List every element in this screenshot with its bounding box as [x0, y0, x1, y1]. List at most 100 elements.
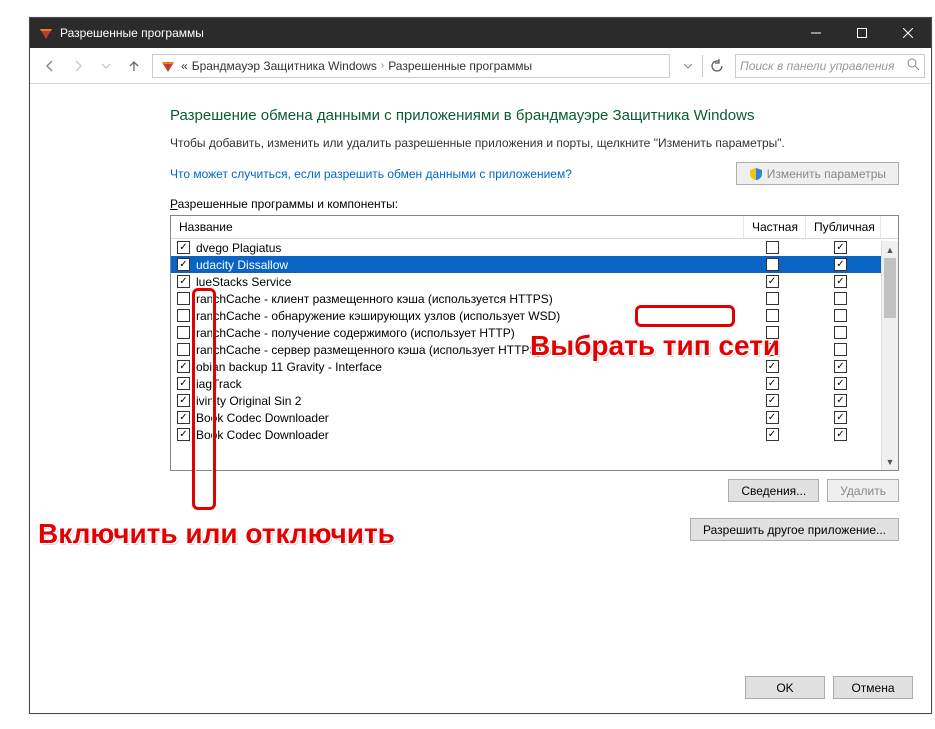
list-label: Разрешенные программы и компоненты:: [170, 197, 899, 211]
maximize-button[interactable]: [839, 18, 885, 48]
scroll-up-icon[interactable]: ▲: [882, 241, 898, 258]
titlebar: Разрешенные программы: [30, 18, 931, 48]
app-icon: [38, 25, 54, 41]
content-area: Разрешение обмена данными с приложениями…: [30, 84, 931, 557]
app-name: lueStacks Service: [196, 275, 744, 289]
up-button[interactable]: [120, 52, 148, 80]
scroll-thumb[interactable]: [884, 258, 896, 318]
crumb-dropdown-icon[interactable]: [674, 52, 702, 80]
scrollbar[interactable]: ▲ ▼: [881, 241, 898, 470]
private-checkbox[interactable]: [766, 309, 779, 322]
public-checkbox[interactable]: [834, 377, 847, 390]
minimize-button[interactable]: [793, 18, 839, 48]
app-name: dvego Plagiatus: [196, 241, 744, 255]
private-checkbox[interactable]: [766, 292, 779, 305]
allow-other-app-button[interactable]: Разрешить другое приложение...: [690, 518, 899, 541]
table-row[interactable]: ranchCache - получение содержимого (испо…: [171, 324, 898, 341]
refresh-button[interactable]: [703, 52, 731, 80]
app-name: ranchCache - получение содержимого (испо…: [196, 326, 744, 340]
enable-checkbox[interactable]: [177, 394, 190, 407]
chevron-right-icon: ›: [377, 60, 388, 71]
private-checkbox[interactable]: [766, 258, 779, 271]
enable-checkbox[interactable]: [177, 360, 190, 373]
app-name: ivinity Original Sin 2: [196, 394, 744, 408]
enable-checkbox[interactable]: [177, 343, 190, 356]
public-checkbox[interactable]: [834, 275, 847, 288]
breadcrumb[interactable]: « Брандмауэр Защитника Windows › Разреше…: [152, 54, 670, 78]
public-checkbox[interactable]: [834, 258, 847, 271]
enable-checkbox[interactable]: [177, 309, 190, 322]
grid-body: dvego Plagiatus udacity Dissallow lueStack…: [171, 239, 898, 470]
forward-button[interactable]: [64, 52, 92, 80]
enable-checkbox[interactable]: [177, 258, 190, 271]
app-name: ranchCache - клиент размещенного кэша (и…: [196, 292, 744, 306]
table-row[interactable]: ranchCache - обнаружение кэширующих узло…: [171, 307, 898, 324]
details-button[interactable]: Сведения...: [728, 479, 819, 502]
change-settings-button[interactable]: Изменить параметры: [736, 162, 899, 185]
scroll-down-icon[interactable]: ▼: [882, 453, 898, 470]
private-checkbox[interactable]: [766, 241, 779, 254]
search-icon: [907, 58, 920, 74]
enable-checkbox[interactable]: [177, 377, 190, 390]
enable-checkbox[interactable]: [177, 428, 190, 441]
table-row[interactable]: udacity Dissallow: [171, 256, 898, 273]
public-checkbox[interactable]: [834, 343, 847, 356]
private-checkbox[interactable]: [766, 326, 779, 339]
private-checkbox[interactable]: [766, 394, 779, 407]
close-button[interactable]: [885, 18, 931, 48]
private-checkbox[interactable]: [766, 428, 779, 441]
back-button[interactable]: [36, 52, 64, 80]
enable-checkbox[interactable]: [177, 411, 190, 424]
col-name-header[interactable]: Название: [171, 216, 744, 238]
breadcrumb-part2[interactable]: Разрешенные программы: [388, 59, 532, 73]
private-checkbox[interactable]: [766, 275, 779, 288]
public-checkbox[interactable]: [834, 428, 847, 441]
public-checkbox[interactable]: [834, 360, 847, 373]
enable-checkbox[interactable]: [177, 326, 190, 339]
table-row[interactable]: obian backup 11 Gravity - Interface: [171, 358, 898, 375]
public-checkbox[interactable]: [834, 411, 847, 424]
allowed-programs-window: Разрешенные программы « Брандмауэр: [29, 17, 932, 714]
search-input[interactable]: Поиск в панели управления: [735, 54, 925, 78]
table-row[interactable]: ivinity Original Sin 2: [171, 392, 898, 409]
recent-dropdown-icon[interactable]: [92, 52, 120, 80]
table-row[interactable]: iagTrack: [171, 375, 898, 392]
col-public-header[interactable]: Публичная: [806, 216, 881, 238]
public-checkbox[interactable]: [834, 309, 847, 322]
grid-header: Название Частная Публичная: [171, 216, 898, 239]
app-name: udacity Dissallow: [196, 258, 744, 272]
ok-button[interactable]: OK: [745, 676, 825, 699]
dialog-footer: OK Отмена: [745, 676, 913, 699]
risk-link[interactable]: Что может случиться, если разрешить обме…: [170, 167, 736, 181]
delete-button[interactable]: Удалить: [827, 479, 899, 502]
col-private-header[interactable]: Частная: [744, 216, 806, 238]
private-checkbox[interactable]: [766, 411, 779, 424]
public-checkbox[interactable]: [834, 241, 847, 254]
app-name: iagTrack: [196, 377, 744, 391]
public-checkbox[interactable]: [834, 326, 847, 339]
allowed-apps-grid: Название Частная Публичная dvego Plagiat…: [170, 215, 899, 471]
shield-icon: [159, 57, 177, 75]
enable-checkbox[interactable]: [177, 292, 190, 305]
page-subtitle: Чтобы добавить, изменить или удалить раз…: [170, 134, 899, 152]
uac-shield-icon: [749, 167, 763, 181]
table-row[interactable]: ranchCache - клиент размещенного кэша (и…: [171, 290, 898, 307]
table-row[interactable]: Book Codec Downloader: [171, 426, 898, 443]
private-checkbox[interactable]: [766, 360, 779, 373]
table-row[interactable]: lueStacks Service: [171, 273, 898, 290]
window-title: Разрешенные программы: [60, 26, 793, 40]
public-checkbox[interactable]: [834, 292, 847, 305]
table-row[interactable]: Book Codec Downloader: [171, 409, 898, 426]
enable-checkbox[interactable]: [177, 275, 190, 288]
breadcrumb-part1[interactable]: Брандмауэр Защитника Windows: [188, 59, 377, 73]
app-name: obian backup 11 Gravity - Interface: [196, 360, 744, 374]
private-checkbox[interactable]: [766, 343, 779, 356]
public-checkbox[interactable]: [834, 394, 847, 407]
app-name: Book Codec Downloader: [196, 428, 744, 442]
private-checkbox[interactable]: [766, 377, 779, 390]
search-placeholder: Поиск в панели управления: [740, 59, 907, 73]
table-row[interactable]: ranchCache - сервер размещенного кэша (и…: [171, 341, 898, 358]
cancel-button[interactable]: Отмена: [833, 676, 913, 699]
enable-checkbox[interactable]: [177, 241, 190, 254]
table-row[interactable]: dvego Plagiatus: [171, 239, 898, 256]
